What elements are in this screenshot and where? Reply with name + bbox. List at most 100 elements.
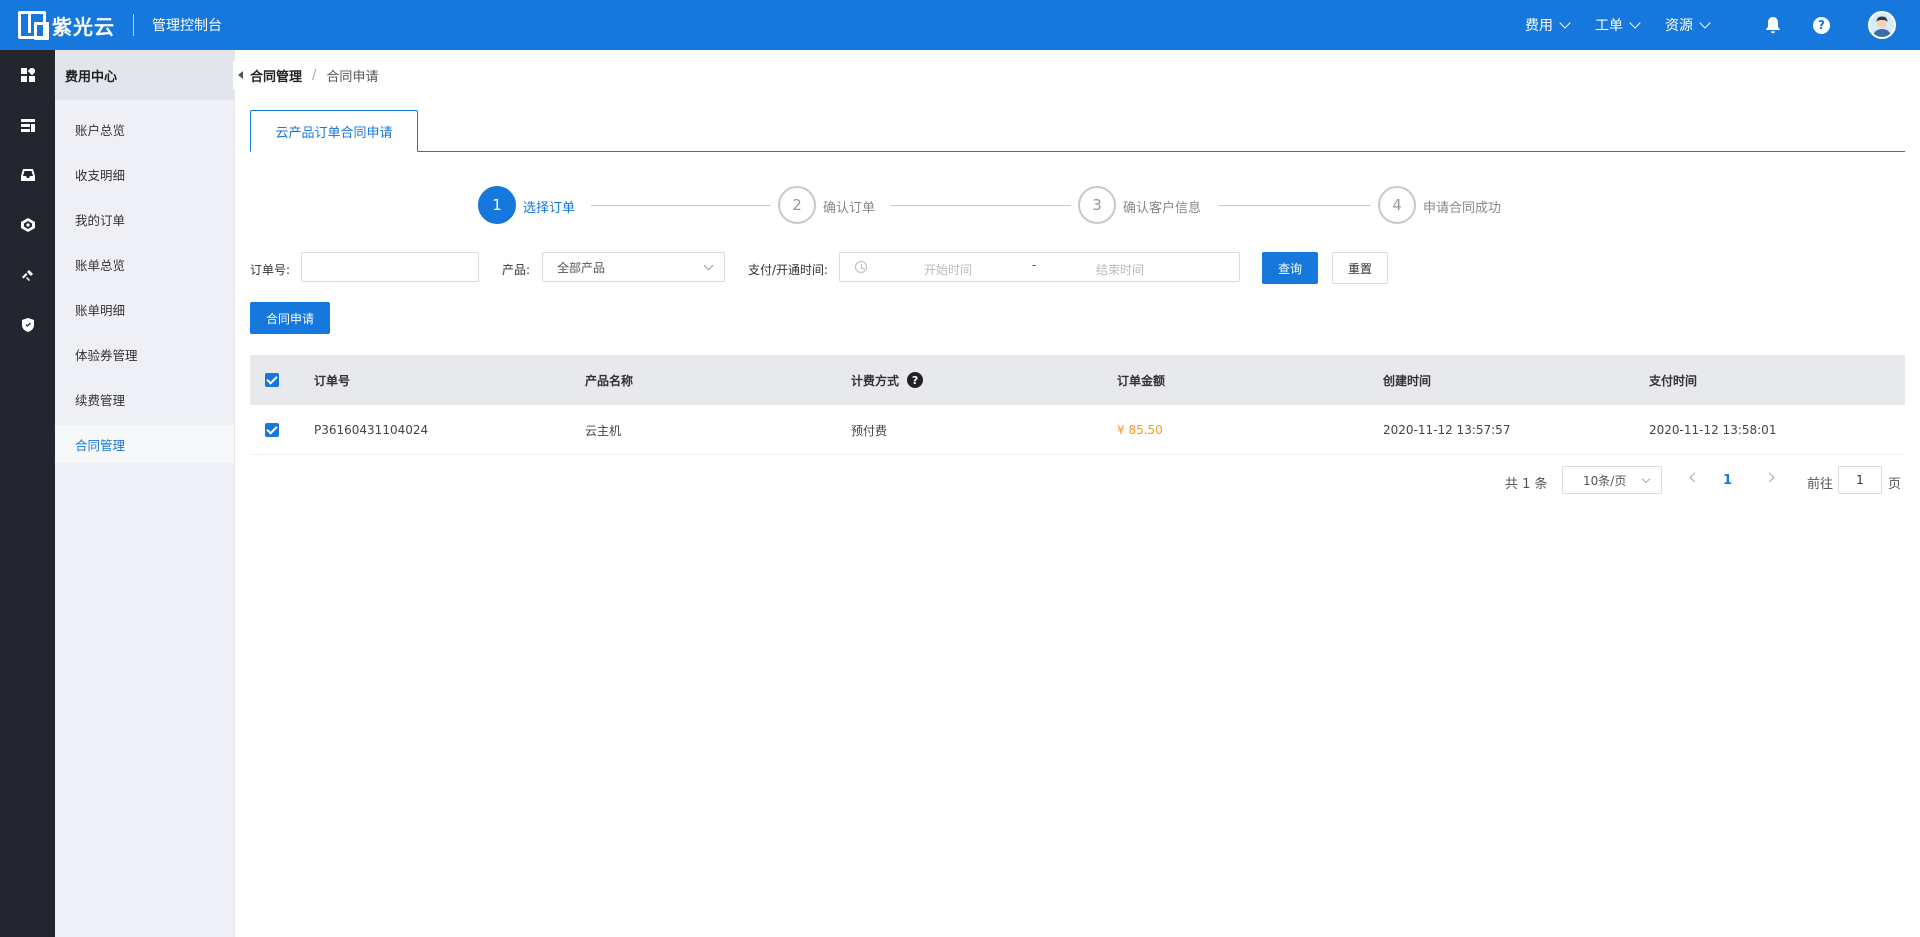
step-connector <box>591 205 771 206</box>
product-select[interactable]: 全部产品 <box>542 252 725 282</box>
storage-icon <box>20 119 35 132</box>
column-billing-label: 计费方式 <box>851 373 900 388</box>
bell-icon[interactable] <box>1763 15 1783 35</box>
step-indicator: 1 选择订单 2 确认订单 3 确认客户信息 4 申请合同成功 <box>235 186 1920 226</box>
sidebar-item-bill-details[interactable]: 账单明细 <box>55 290 234 328</box>
tab-bar: 云产品订单合同申请 <box>250 110 1905 152</box>
breadcrumb-parent[interactable]: 合同管理 <box>250 66 302 85</box>
icon-rail <box>0 50 55 937</box>
menu-tickets[interactable]: 工单 <box>1595 15 1641 35</box>
step-4-circle: 4 <box>1378 186 1416 224</box>
console-title: 管理控制台 <box>152 18 222 34</box>
step-3-circle: 3 <box>1078 186 1116 224</box>
column-paid: 支付时间 <box>1649 373 1698 388</box>
sidebar-item-bill-overview[interactable]: 账单总览 <box>55 245 234 283</box>
product-select-value: 全部产品 <box>557 260 606 275</box>
prev-page-icon[interactable] <box>1689 472 1700 483</box>
step-1-circle: 1 <box>478 186 516 224</box>
query-button[interactable]: 查询 <box>1262 252 1318 284</box>
page-number-current[interactable]: 1 <box>1723 473 1732 488</box>
pay-time-label: 支付/开通时间: <box>748 263 829 277</box>
brand-name: 紫光云 <box>52 14 115 39</box>
chevron-down-icon <box>1559 17 1571 29</box>
pagination-total: 共 1 条 <box>1505 477 1548 492</box>
cell-order-no: P36160431104024 <box>314 423 429 437</box>
column-order-no: 订单号 <box>314 373 351 388</box>
sidebar-title: 费用中心 <box>55 50 247 100</box>
shield-icon <box>21 318 34 332</box>
chevron-down-icon <box>1699 17 1711 29</box>
sidebar-item-my-orders[interactable]: 我的订单 <box>55 200 234 238</box>
top-navbar: 紫光云 管理控制台 费用 工单 资源 ? <box>0 0 1920 50</box>
step-1-label: 选择订单 <box>523 201 576 216</box>
sidebar: 费用中心 账户总览 收支明细 我的订单 账单总览 账单明细 体验券管理 续费管理… <box>55 50 247 937</box>
page-size-value: 10条/页 <box>1583 473 1627 488</box>
step-4-label: 申请合同成功 <box>1423 201 1502 216</box>
cell-amount: ¥ 85.50 <box>1117 423 1163 437</box>
select-all-cell <box>265 355 279 405</box>
step-connector <box>891 205 1071 206</box>
row-checkbox[interactable] <box>265 423 279 437</box>
logo-icon <box>18 11 49 40</box>
filter-bar: 订单号: 产品: 全部产品 支付/开通时间: 开始时间 - 结束时间 查询 重置 <box>250 252 1920 284</box>
step-2-circle: 2 <box>778 186 816 224</box>
menu-fees[interactable]: 费用 <box>1525 15 1571 35</box>
sidebar-title-label: 费用中心 <box>65 69 118 85</box>
table-header: 订单号 产品名称 计费方式 ? 订单金额 创建时间 支付时间 <box>250 355 1905 405</box>
header-divider <box>133 14 134 36</box>
sidebar-item-account-overview[interactable]: 账户总览 <box>55 110 234 148</box>
rail-item-network[interactable] <box>0 200 55 250</box>
brand-logo[interactable]: 紫光云 <box>18 11 115 40</box>
rail-item-inbox[interactable] <box>0 150 55 200</box>
breadcrumb-separator: / <box>312 68 317 83</box>
chevron-down-icon <box>703 260 714 271</box>
sidebar-item-transactions[interactable]: 收支明细 <box>55 155 234 193</box>
page-size-select[interactable]: 10条/页 <box>1562 466 1662 494</box>
range-separator: - <box>1032 258 1037 272</box>
step-2-label: 确认订单 <box>823 201 876 216</box>
clock-icon <box>855 261 867 273</box>
end-time-placeholder[interactable]: 结束时间 <box>1096 261 1144 278</box>
main-content: 合同管理 / 合同申请 云产品订单合同申请 1 选择订单 2 确认订单 3 确认… <box>235 50 1920 937</box>
tools-icon <box>21 270 33 281</box>
network-icon <box>20 218 35 232</box>
sidebar-menu: 账户总览 收支明细 我的订单 账单总览 账单明细 体验券管理 续费管理 合同管理 <box>55 100 234 463</box>
row-select-cell <box>265 405 279 455</box>
avatar[interactable] <box>1868 11 1896 39</box>
order-number-input[interactable] <box>301 252 479 282</box>
select-all-checkbox[interactable] <box>265 373 279 387</box>
order-number-label: 订单号: <box>250 263 291 277</box>
column-billing: 计费方式 ? <box>851 355 924 405</box>
date-range-picker[interactable]: 开始时间 - 结束时间 <box>839 252 1240 282</box>
start-time-placeholder[interactable]: 开始时间 <box>924 261 972 278</box>
dashboard-icon <box>20 68 35 82</box>
page-suffix-label: 页 <box>1888 477 1902 492</box>
inbox-icon <box>20 169 35 181</box>
goto-page-input[interactable] <box>1838 466 1882 494</box>
sidebar-item-vouchers[interactable]: 体验券管理 <box>55 335 234 373</box>
table-row[interactable]: P36160431104024 云主机 预付费 ¥ 85.50 2020-11-… <box>250 405 1905 455</box>
sidebar-item-renewals[interactable]: 续费管理 <box>55 380 234 418</box>
rail-item-tools[interactable] <box>0 250 55 300</box>
next-page-icon[interactable] <box>1764 472 1775 483</box>
pagination: 共 1 条 10条/页 1 前往 页 <box>235 466 1905 496</box>
step-connector <box>1219 205 1371 206</box>
chevron-down-icon <box>1641 474 1651 484</box>
help-icon[interactable]: ? <box>907 372 924 388</box>
menu-resources[interactable]: 资源 <box>1665 15 1711 35</box>
menu-tickets-label: 工单 <box>1595 18 1623 34</box>
rail-item-security[interactable] <box>0 300 55 350</box>
cell-billing: 预付费 <box>851 423 888 438</box>
sidebar-item-contracts[interactable]: 合同管理 <box>55 425 234 463</box>
cell-paid: 2020-11-12 13:58:01 <box>1649 423 1777 437</box>
rail-item-dashboard[interactable] <box>0 50 55 100</box>
orders-table: 订单号 产品名称 计费方式 ? 订单金额 创建时间 支付时间 P36160431… <box>250 355 1905 455</box>
header-actions: 费用 工单 资源 ? <box>1525 0 1920 50</box>
column-created: 创建时间 <box>1383 373 1432 388</box>
step-3-label: 确认客户信息 <box>1123 201 1202 216</box>
apply-contract-button[interactable]: 合同申请 <box>250 302 330 334</box>
help-icon[interactable]: ? <box>1813 16 1830 34</box>
tab-cloud-order-contract[interactable]: 云产品订单合同申请 <box>250 110 418 152</box>
rail-item-storage[interactable] <box>0 100 55 150</box>
reset-button[interactable]: 重置 <box>1332 252 1388 284</box>
